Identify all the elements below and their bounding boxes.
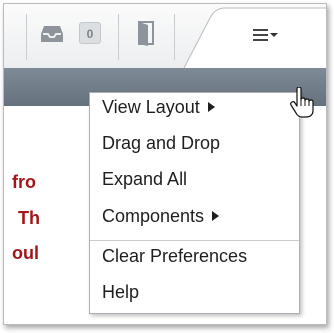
menu-item-label: Clear Preferences — [102, 246, 248, 266]
toolbar: 0 — [4, 4, 326, 68]
toolbar-separator — [26, 14, 27, 60]
content-text-line: oul — [12, 243, 39, 263]
hamburger-icon[interactable] — [253, 29, 268, 41]
notification-count-badge[interactable]: 0 — [79, 22, 101, 44]
submenu-arrow-icon — [207, 102, 215, 112]
menu-item-label: Help — [102, 282, 140, 302]
content-text-line: fro — [12, 172, 36, 192]
menu-item-expand-all[interactable]: Expand All — [102, 169, 187, 195]
menu-item-view-layout[interactable]: View Layout — [102, 97, 215, 123]
menu-item-label: Drag and Drop — [102, 133, 221, 153]
toolbar-separator — [174, 14, 175, 60]
submenu-arrow-icon — [212, 211, 220, 221]
menu-item-components[interactable]: Components — [102, 206, 220, 232]
menu-item-label: View Layout — [102, 97, 200, 117]
menu-item-help[interactable]: Help — [102, 282, 139, 308]
dropdown-menu: View Layout Drag and Drop Expand All Com… — [89, 92, 300, 314]
content-text-line: Th — [18, 208, 40, 228]
caret-down-icon[interactable] — [270, 33, 278, 37]
app-window: 0 fro Th oul View Layout Drag and Drop E… — [3, 3, 327, 325]
inbox-icon[interactable] — [40, 24, 64, 44]
menu-item-label: Expand All — [102, 169, 188, 189]
menu-divider — [90, 240, 299, 241]
hand-pointer-icon — [290, 87, 314, 118]
door-icon[interactable] — [136, 20, 156, 46]
menu-item-drag-and-drop[interactable]: Drag and Drop — [102, 133, 220, 159]
menu-item-clear-preferences[interactable]: Clear Preferences — [102, 246, 247, 272]
toolbar-separator — [118, 14, 119, 60]
menu-item-label: Components — [102, 206, 205, 226]
